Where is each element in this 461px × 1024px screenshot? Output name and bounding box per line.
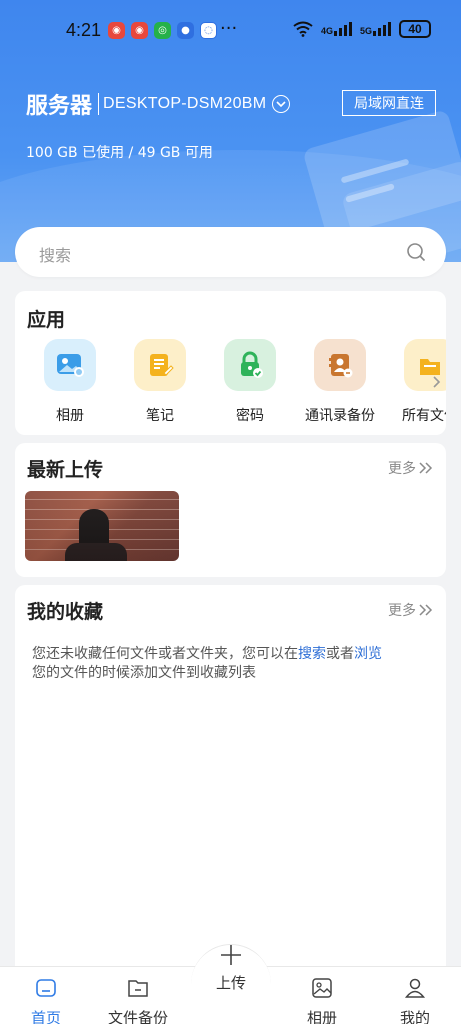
- weibo-icon: ◉: [108, 22, 125, 39]
- tab-upload[interactable]: 上传: [191, 944, 271, 993]
- storage-usage: 100 GB 已使用 / 49 GB 可用: [26, 145, 213, 161]
- status-indicators: 4G 5G 40: [293, 20, 431, 38]
- signal-icon: 4G: [321, 22, 352, 36]
- signal-icon: 5G: [360, 22, 391, 36]
- plus-icon: [221, 945, 241, 965]
- divider: [98, 93, 100, 115]
- tab-home[interactable]: 首页: [6, 967, 86, 1024]
- section-title: 应用: [27, 309, 66, 331]
- lan-direct-button[interactable]: 局域网直连: [342, 90, 436, 116]
- app-icon: ●: [177, 22, 194, 39]
- chevron-down-icon[interactable]: [272, 95, 291, 113]
- section-title: 我的收藏: [27, 601, 104, 623]
- favorites-empty-message: 您还未收藏任何文件或者文件夹，您可以在搜索或者浏览 您的文件的时候添加文件到收藏…: [32, 645, 432, 683]
- app-icon: ◎: [154, 22, 171, 39]
- browse-link[interactable]: 浏览: [354, 646, 382, 662]
- tab-photos[interactable]: 相册: [282, 967, 362, 1024]
- tab-label: 我的: [399, 1009, 430, 1024]
- home-icon: [36, 979, 56, 997]
- message-text: 或者: [326, 646, 354, 662]
- app-passwords[interactable]: 密码: [205, 339, 295, 425]
- server-selector[interactable]: 服务器 DESKTOP-DSM20BM: [26, 88, 291, 120]
- tab-label: 首页: [30, 1009, 61, 1024]
- weibo-icon: ◉: [131, 22, 148, 39]
- search-link[interactable]: 搜索: [298, 646, 326, 662]
- status-time: 4:21: [66, 20, 102, 40]
- recent-uploads-section: 最新上传 更多: [15, 443, 446, 577]
- search-input[interactable]: 搜索: [39, 242, 71, 266]
- recent-photo-thumbnail[interactable]: [25, 491, 179, 561]
- app-label: 密码: [236, 408, 264, 424]
- apps-section: 应用 相册 笔记 密码 通讯录备份 所有文件: [15, 291, 446, 435]
- chat-icon: ◌: [200, 22, 217, 39]
- status-notification-icons: ◉ ◉ ◎ ● ◌: [108, 22, 217, 39]
- folder-icon: [128, 980, 148, 997]
- favorites-section: 我的收藏 更多 您还未收藏任何文件或者文件夹，您可以在搜索或者浏览 您的文件的时…: [15, 585, 446, 971]
- contacts-icon: [314, 339, 366, 391]
- double-chevron-right-icon: [419, 604, 433, 616]
- app-photos[interactable]: 相册: [25, 339, 115, 425]
- more-link[interactable]: 更多: [388, 600, 434, 620]
- app-label: 笔记: [146, 408, 174, 424]
- server-name: DESKTOP-DSM20BM: [103, 95, 267, 112]
- tab-label: 文件备份: [107, 1009, 168, 1024]
- status-bar: 4:21 ◉ ◉ ◎ ● ◌ ··· 4G 5G 40: [0, 0, 461, 62]
- photo-icon: [312, 978, 332, 998]
- more-link[interactable]: 更多: [388, 458, 434, 478]
- wifi-icon: [293, 21, 313, 37]
- user-icon: [404, 978, 426, 998]
- chevron-right-icon[interactable]: [432, 375, 442, 389]
- status-more-icon: ···: [220, 18, 238, 39]
- note-icon: [134, 339, 186, 391]
- server-label: 服务器: [26, 94, 93, 119]
- section-title: 最新上传: [27, 459, 104, 481]
- search-bar[interactable]: 搜索: [15, 227, 446, 277]
- more-label: 更多: [388, 461, 416, 477]
- message-text: 您还未收藏任何文件或者文件夹，您可以在: [32, 646, 298, 662]
- tab-me[interactable]: 我的: [375, 967, 455, 1024]
- search-icon[interactable]: [406, 242, 426, 262]
- double-chevron-right-icon: [419, 462, 433, 474]
- more-label: 更多: [388, 603, 416, 619]
- app-label: 相册: [56, 408, 84, 424]
- app-label: 所有文件: [402, 408, 446, 424]
- message-text: 您的文件的时候添加文件到收藏列表: [32, 665, 256, 681]
- app-notes[interactable]: 笔记: [115, 339, 205, 425]
- tab-file-backup[interactable]: 文件备份: [98, 967, 178, 1024]
- lock-icon: [224, 339, 276, 391]
- tab-label: 上传: [215, 974, 246, 992]
- tab-label: 相册: [306, 1009, 337, 1024]
- battery-icon: 40: [399, 20, 431, 38]
- photo-icon: [44, 339, 96, 391]
- app-contacts-backup[interactable]: 通讯录备份: [295, 339, 385, 425]
- app-label: 通讯录备份: [305, 408, 375, 424]
